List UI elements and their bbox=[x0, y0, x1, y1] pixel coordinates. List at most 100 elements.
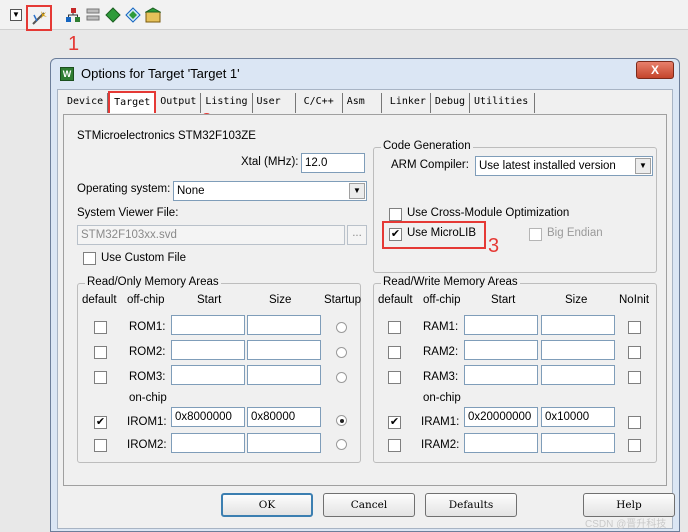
pack-installer-button[interactable] bbox=[124, 6, 142, 24]
tab-target[interactable]: Target bbox=[108, 91, 157, 113]
tab-c-cpp[interactable]: C/C++ bbox=[296, 93, 343, 113]
rom2-size-input[interactable] bbox=[247, 340, 321, 360]
read-write-memory-title: Read/Write Memory Areas bbox=[381, 276, 520, 288]
iram2-default-checkbox[interactable] bbox=[388, 439, 401, 452]
iram1-start-input[interactable]: 0x20000000 bbox=[464, 407, 538, 427]
toolbar-dropdown[interactable]: ▼ bbox=[10, 9, 22, 21]
ram3-start-input[interactable] bbox=[464, 365, 538, 385]
code-generation-title: Code Generation bbox=[381, 140, 473, 152]
tab-debug[interactable]: Debug bbox=[431, 93, 471, 113]
ro-on-chip-label: on-chip bbox=[129, 392, 167, 404]
cancel-button[interactable]: Cancel bbox=[323, 493, 415, 517]
rom3-size-input[interactable] bbox=[247, 365, 321, 385]
rom2-default-checkbox[interactable] bbox=[94, 346, 107, 359]
iram2-start-input[interactable] bbox=[464, 433, 538, 453]
iram1-label: IRAM1: bbox=[421, 416, 460, 428]
arm-compiler-select[interactable]: Use latest installed version ▼ bbox=[475, 156, 653, 176]
tab-device[interactable]: Device bbox=[63, 93, 109, 113]
rom3-label: ROM3: bbox=[129, 371, 166, 383]
rom1-size-input[interactable] bbox=[247, 315, 321, 335]
use-microlib-label: Use MicroLIB bbox=[407, 227, 477, 239]
dialog-title: Options for Target 'Target 1' bbox=[81, 66, 240, 81]
iram2-noinit-checkbox[interactable] bbox=[628, 439, 641, 452]
green-diamond-icon bbox=[105, 7, 121, 23]
ram2-noinit-checkbox[interactable] bbox=[628, 346, 641, 359]
keil-app-icon: W bbox=[60, 67, 74, 81]
rw-header-off-chip: off-chip bbox=[423, 294, 461, 306]
ram3-size-input[interactable] bbox=[541, 365, 615, 385]
rom2-start-input[interactable] bbox=[171, 340, 245, 360]
iram2-label: IRAM2: bbox=[421, 439, 460, 451]
ram2-start-input[interactable] bbox=[464, 340, 538, 360]
irom2-startup-radio[interactable] bbox=[336, 439, 347, 450]
ok-button[interactable]: OK bbox=[221, 493, 313, 517]
tab-user[interactable]: User bbox=[253, 93, 296, 113]
system-viewer-file-input: STM32F103xx.svd bbox=[77, 225, 345, 245]
irom2-start-input[interactable] bbox=[171, 433, 245, 453]
ro-header-default: default bbox=[82, 294, 117, 306]
ram2-size-input[interactable] bbox=[541, 340, 615, 360]
rom1-startup-radio[interactable] bbox=[336, 322, 347, 333]
cross-module-optimization-label: Use Cross-Module Optimization bbox=[407, 207, 570, 219]
big-endian-checkbox bbox=[529, 228, 542, 241]
help-button[interactable]: Help bbox=[583, 493, 675, 517]
options-dialog: W Options for Target 'Target 1' X Device… bbox=[50, 58, 680, 532]
operating-system-select[interactable]: None ▼ bbox=[173, 181, 367, 201]
iram1-size-input[interactable]: 0x10000 bbox=[541, 407, 615, 427]
operating-system-label: Operating system: bbox=[77, 183, 171, 195]
irom1-default-checkbox[interactable]: ✔ bbox=[94, 416, 107, 429]
rw-header-start: Start bbox=[491, 294, 516, 306]
ram3-noinit-checkbox[interactable] bbox=[628, 371, 641, 384]
use-custom-file-checkbox[interactable] bbox=[83, 252, 96, 265]
iram2-size-input[interactable] bbox=[541, 433, 615, 453]
ram1-noinit-checkbox[interactable] bbox=[628, 321, 641, 334]
main-toolbar: ▼ bbox=[0, 0, 688, 31]
irom1-size-input[interactable]: 0x80000 bbox=[247, 407, 321, 427]
manage-project-items-button[interactable] bbox=[64, 6, 82, 24]
annotation-number-3: 3 bbox=[488, 235, 500, 257]
cross-module-optimization-checkbox[interactable] bbox=[389, 208, 402, 221]
irom2-size-input[interactable] bbox=[247, 433, 321, 453]
rom1-default-checkbox[interactable] bbox=[94, 321, 107, 334]
ram3-label: RAM3: bbox=[423, 371, 459, 383]
ram1-start-input[interactable] bbox=[464, 315, 538, 335]
ram2-label: RAM2: bbox=[423, 346, 459, 358]
irom1-startup-radio[interactable] bbox=[336, 415, 347, 426]
ram3-default-checkbox[interactable] bbox=[388, 371, 401, 384]
iram1-default-checkbox[interactable]: ✔ bbox=[388, 416, 401, 429]
device-name-label: STMicroelectronics STM32F103ZE bbox=[77, 130, 256, 142]
irom1-label: IROM1: bbox=[127, 416, 167, 428]
tab-utilities[interactable]: Utilities bbox=[470, 93, 536, 113]
rom3-default-checkbox[interactable] bbox=[94, 371, 107, 384]
irom1-start-input[interactable]: 0x8000000 bbox=[171, 407, 245, 427]
defaults-button[interactable]: Defaults bbox=[425, 493, 517, 517]
rw-header-default: default bbox=[378, 294, 413, 306]
packs-icon bbox=[86, 8, 100, 21]
rw-header-size: Size bbox=[565, 294, 588, 306]
select-packs-button[interactable] bbox=[84, 6, 102, 24]
ram1-size-input[interactable] bbox=[541, 315, 615, 335]
irom2-default-checkbox[interactable] bbox=[94, 439, 107, 452]
pack-manager-button[interactable] bbox=[144, 6, 162, 24]
tab-output[interactable]: Output bbox=[156, 93, 202, 113]
rom1-start-input[interactable] bbox=[171, 315, 245, 335]
iram1-noinit-checkbox[interactable] bbox=[628, 416, 641, 429]
tab-strip: Device Target Output Listing User C/C++ … bbox=[63, 91, 536, 115]
rom3-startup-radio[interactable] bbox=[336, 372, 347, 383]
ram1-default-checkbox[interactable] bbox=[388, 321, 401, 334]
manage-run-time-button[interactable] bbox=[104, 6, 122, 24]
close-button[interactable]: X bbox=[636, 61, 674, 79]
tab-linker[interactable]: Linker bbox=[382, 93, 431, 113]
big-endian-label: Big Endian bbox=[547, 227, 603, 239]
xtal-input[interactable]: 12.0 bbox=[301, 153, 365, 173]
dialog-titlebar[interactable]: W Options for Target 'Target 1' X bbox=[51, 59, 679, 89]
ro-header-off-chip: off-chip bbox=[127, 294, 165, 306]
rom2-label: ROM2: bbox=[129, 346, 166, 358]
rom3-start-input[interactable] bbox=[171, 365, 245, 385]
options-for-target-button[interactable] bbox=[26, 5, 52, 31]
ram2-default-checkbox[interactable] bbox=[388, 346, 401, 359]
ram1-label: RAM1: bbox=[423, 321, 459, 333]
rom2-startup-radio[interactable] bbox=[336, 347, 347, 358]
use-microlib-checkbox[interactable]: ✔ bbox=[389, 228, 402, 241]
tab-asm[interactable]: Asm bbox=[343, 93, 382, 113]
